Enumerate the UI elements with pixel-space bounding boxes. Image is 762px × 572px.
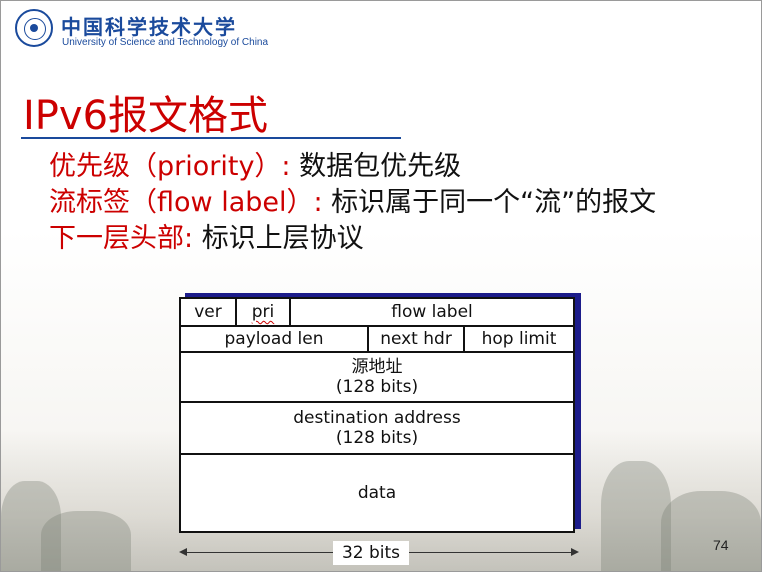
- bullet-priority: 优先级（priority）: 数据包优先级: [49, 149, 656, 185]
- background-tree: [661, 491, 761, 571]
- table-row-destination: destination address (128 bits): [181, 403, 573, 455]
- field-data: data: [357, 483, 397, 503]
- source-address-size: (128 bits): [335, 377, 419, 397]
- destination-address-size: (128 bits): [335, 428, 419, 448]
- field-destination-address: destination address (128 bits): [181, 403, 573, 453]
- table-row-version: ver pri flow label: [181, 299, 573, 327]
- bullet-flow-label: 流标签（flow label）: 标识属于同一个“流”的报文: [49, 185, 656, 221]
- source-address-label: 源地址: [351, 357, 403, 377]
- university-name-cn: 中国科学技术大学: [61, 15, 237, 39]
- field-next-hdr: next hdr: [369, 327, 465, 351]
- title-divider: [21, 137, 401, 139]
- university-name-en: University of Science and Technology of …: [62, 37, 269, 48]
- field-pri: pri: [237, 299, 291, 325]
- bullet-desc: 标识属于同一个“流”的报文: [331, 187, 657, 218]
- table-row-payload: payload len next hdr hop limit: [181, 327, 573, 353]
- arrow-right-icon: [571, 548, 579, 556]
- bullet-next-header: 下一层头部: 标识上层协议: [49, 221, 656, 257]
- bullet-desc: 数据包优先级: [299, 151, 462, 182]
- university-seal-icon: [15, 9, 53, 47]
- field-hop-limit: hop limit: [481, 329, 557, 349]
- slide: 中国科学技术大学 University of Science and Techn…: [0, 0, 762, 572]
- bullet-term: 下一层头部:: [49, 223, 202, 254]
- width-label: 32 bits: [333, 541, 409, 565]
- table-row-source: 源地址 (128 bits): [181, 353, 573, 403]
- destination-address-label: destination address: [293, 408, 461, 428]
- ipv6-header-table: ver pri flow label payload len next hdr …: [179, 297, 575, 533]
- university-header: 中国科学技术大学 University of Science and Techn…: [15, 9, 315, 51]
- bullet-list: 优先级（priority）: 数据包优先级 流标签（flow label）: 标…: [49, 149, 656, 257]
- background-tree: [41, 511, 131, 571]
- bullet-term: 流标签（flow label）:: [49, 187, 332, 218]
- table-row-data: data: [181, 455, 573, 531]
- field-flow-label: flow label: [391, 302, 473, 322]
- slide-title: IPv6报文格式: [23, 93, 269, 139]
- bullet-term: 优先级（priority）:: [49, 151, 300, 182]
- field-payload-len: payload len: [181, 327, 369, 351]
- ipv6-header-diagram: ver pri flow label payload len next hdr …: [179, 293, 581, 533]
- bullet-desc: 标识上层协议: [201, 223, 364, 254]
- field-ver: ver: [181, 299, 237, 325]
- field-source-address: 源地址 (128 bits): [181, 353, 573, 401]
- page-number: 74: [713, 537, 729, 553]
